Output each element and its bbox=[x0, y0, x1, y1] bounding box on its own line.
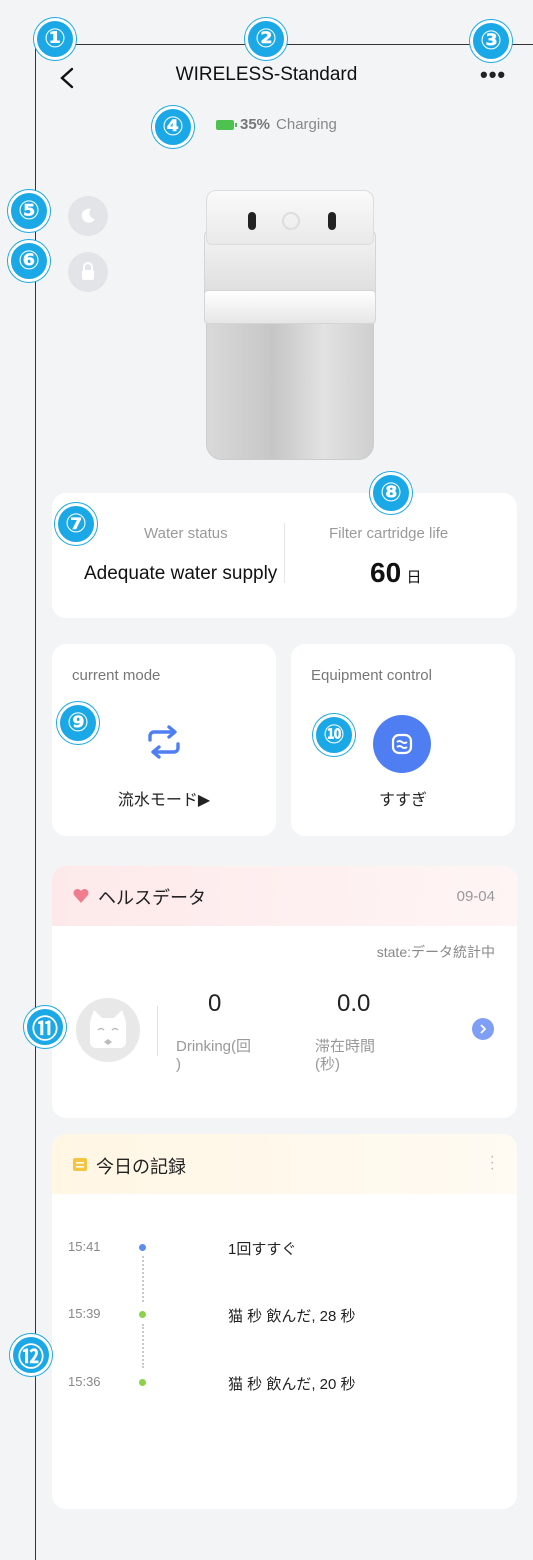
cat-avatar bbox=[76, 998, 140, 1062]
health-detail-button[interactable] bbox=[472, 1018, 494, 1040]
annotation-marker-12: ⑫ bbox=[10, 1334, 52, 1376]
flow-cycle-icon bbox=[148, 725, 180, 759]
child-lock-button[interactable] bbox=[68, 252, 108, 292]
stay-time-label: 滞在時間 (秒) bbox=[315, 1038, 376, 1073]
annotation-marker-7: ⑦ bbox=[55, 503, 97, 545]
stay-time-value: 0.0 bbox=[337, 990, 371, 1017]
record-dot bbox=[139, 1244, 146, 1251]
heart-icon bbox=[73, 888, 89, 903]
more-options-button[interactable]: ••• bbox=[480, 62, 506, 88]
drinking-count-value: 0 bbox=[208, 990, 222, 1017]
chevron-right-icon bbox=[480, 1024, 487, 1034]
rinse-icon bbox=[391, 733, 413, 755]
annotation-marker-2: ② bbox=[245, 18, 287, 60]
record-dot bbox=[139, 1379, 146, 1386]
filter-life-label: Filter cartridge life bbox=[329, 525, 449, 542]
health-data-date: 09-04 bbox=[456, 888, 495, 905]
annotation-marker-11: ⑪ bbox=[24, 1006, 66, 1048]
device-image bbox=[200, 190, 380, 470]
moon-icon bbox=[81, 208, 95, 223]
health-data-state: state:データ統計中 bbox=[376, 944, 495, 960]
water-status-value: Adequate water supply bbox=[84, 563, 278, 584]
current-mode-title: current mode bbox=[72, 667, 161, 684]
record-time: 15:39 bbox=[68, 1306, 101, 1321]
annotation-marker-1: ① bbox=[34, 18, 76, 60]
filter-life-value: 60 bbox=[370, 557, 402, 588]
battery-state: Charging bbox=[276, 116, 337, 133]
equipment-control-title: Equipment control bbox=[311, 667, 432, 684]
page-title: WIRELESS-Standard bbox=[175, 64, 358, 85]
notepad-icon bbox=[73, 1158, 87, 1171]
night-mode-button[interactable] bbox=[68, 196, 108, 236]
filter-life-value-wrap: 60 日 bbox=[370, 557, 421, 589]
annotation-marker-8: ⑧ bbox=[370, 472, 412, 514]
annotation-marker-4: ④ bbox=[152, 106, 194, 148]
status-card: Water status Adequate water supply Filte… bbox=[52, 493, 517, 618]
record-text: 猫 秒 飲んだ, 28 秒 bbox=[228, 1308, 356, 1325]
annotation-line-top-right bbox=[280, 44, 480, 45]
filter-life-unit: 日 bbox=[406, 569, 422, 586]
annotation-marker-5: ⑤ bbox=[8, 190, 50, 232]
current-mode-value[interactable]: 流水モード▶ bbox=[52, 786, 276, 810]
today-record-card: 今日の記録 · · · 15:41 1回すすぐ 15:39 猫 秒 飲んだ, 28 … bbox=[52, 1134, 517, 1509]
battery-percent: 35% bbox=[240, 116, 271, 133]
today-record-title: 今日の記録 bbox=[96, 1157, 186, 1177]
annotation-marker-6: ⑥ bbox=[8, 240, 50, 282]
water-status-label: Water status bbox=[144, 525, 228, 542]
record-time: 15:36 bbox=[68, 1374, 101, 1389]
health-data-title: ヘルスデータ bbox=[98, 888, 206, 908]
annotation-marker-9: ⑨ bbox=[57, 702, 99, 744]
record-text: 猫 秒 飲んだ, 20 秒 bbox=[228, 1376, 356, 1393]
record-dot bbox=[139, 1311, 146, 1318]
annotation-marker-3: ③ bbox=[470, 20, 512, 62]
record-text: 1回すすぐ bbox=[228, 1241, 297, 1258]
record-menu-button[interactable]: · · · bbox=[490, 1149, 495, 1177]
cat-face-icon bbox=[90, 1010, 126, 1048]
rinse-label: すすぎ bbox=[378, 792, 427, 809]
annotation-line-top-end bbox=[510, 44, 533, 45]
lock-icon bbox=[82, 262, 94, 280]
rinse-button[interactable] bbox=[373, 715, 431, 773]
battery-status: 35% Charging bbox=[216, 116, 337, 133]
annotation-marker-10: ⑩ bbox=[313, 714, 355, 756]
drinking-count-label: Drinking(回 ) bbox=[176, 1038, 252, 1073]
battery-icon bbox=[216, 119, 237, 130]
health-data-card: ヘルスデータ 09-04 state:データ統計中 0 Drinking(回 )… bbox=[52, 866, 517, 1118]
record-time: 15:41 bbox=[68, 1239, 101, 1254]
